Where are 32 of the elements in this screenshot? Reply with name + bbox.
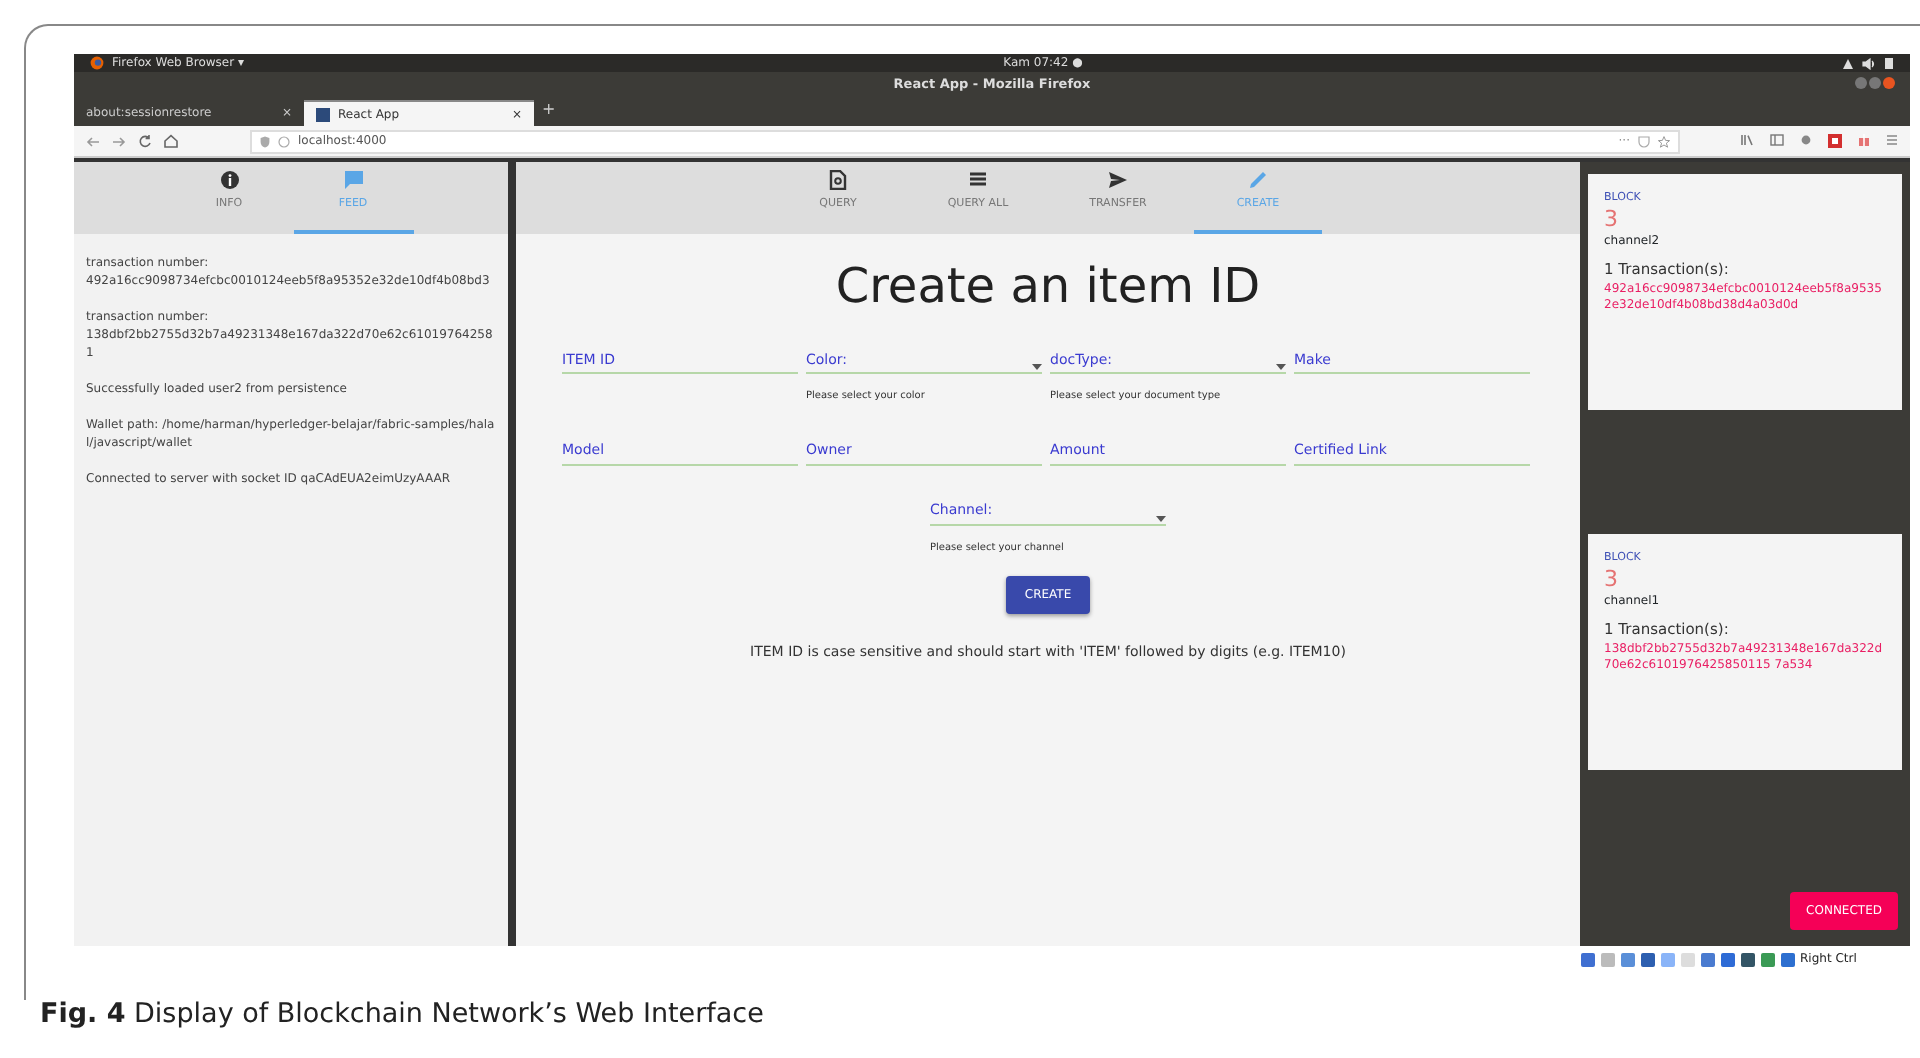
pencil-icon xyxy=(1248,170,1268,190)
screenshot-icon[interactable] xyxy=(1828,134,1842,148)
back-icon[interactable] xyxy=(86,135,100,147)
reload-icon[interactable] xyxy=(138,134,152,148)
block-number: 3 xyxy=(1604,206,1620,233)
block-number: 3 xyxy=(1604,566,1620,593)
send-icon xyxy=(1108,170,1128,190)
info-icon xyxy=(278,135,290,147)
info-icon xyxy=(219,170,239,190)
battery-icon[interactable] xyxy=(1883,56,1894,70)
chat-icon xyxy=(343,170,363,190)
list-icon xyxy=(968,170,988,190)
sidebar-icon[interactable] xyxy=(1770,134,1784,146)
forward-icon[interactable] xyxy=(112,135,126,147)
home-icon[interactable] xyxy=(164,134,178,148)
bookmark-star-icon[interactable] xyxy=(1658,135,1670,147)
dropdown-caret-icon xyxy=(1276,364,1286,370)
dropdown-caret-icon xyxy=(1032,364,1042,370)
react-tab-icon xyxy=(316,107,330,121)
volume-icon[interactable] xyxy=(1861,57,1876,69)
shield-icon xyxy=(260,135,270,147)
figure-caption: Fig. 4 Display of Blockchain Network’s Web Interface xyxy=(40,996,764,1034)
firefox-icon xyxy=(90,56,104,70)
new-tab-button[interactable]: + xyxy=(542,98,556,122)
library-icon[interactable] xyxy=(1740,134,1754,146)
page-heading: Create an item ID xyxy=(835,256,1261,318)
gift-icon[interactable] xyxy=(1858,134,1870,146)
menu-icon[interactable] xyxy=(1886,134,1898,146)
extension-icon[interactable] xyxy=(1800,134,1812,146)
pocket-icon[interactable] xyxy=(1638,135,1650,147)
dropdown-caret-icon xyxy=(1156,515,1166,521)
document-icon xyxy=(828,170,848,190)
